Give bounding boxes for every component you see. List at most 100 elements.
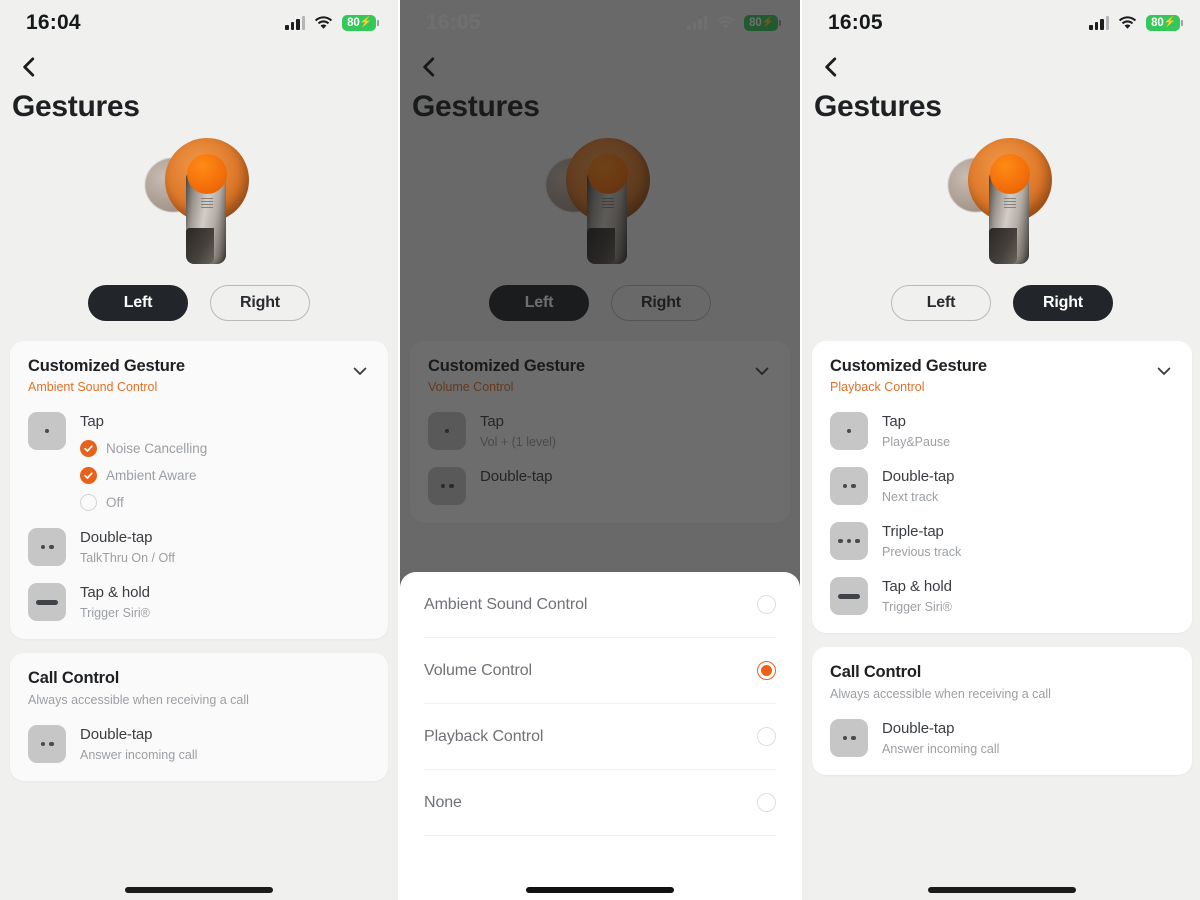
earbud-side-toggle: Left Right [400, 279, 800, 321]
earbud-dome [990, 154, 1030, 194]
wifi-icon [314, 16, 333, 30]
status-bar: 16:05 80 ⚡ [802, 0, 1200, 46]
gesture-card-title: Call Control [830, 663, 922, 681]
gesture-row-subtitle: Trigger Siri® [80, 606, 150, 620]
tap-hold-icon [830, 577, 868, 615]
chevron-down-icon[interactable] [752, 361, 772, 381]
double-tap-icon [830, 719, 868, 757]
toggle-right-button[interactable]: Right [1013, 285, 1113, 321]
toggle-left-button[interactable]: Left [88, 285, 188, 321]
home-indicator [928, 887, 1076, 893]
gesture-row-subtitle: Answer incoming call [882, 742, 1000, 756]
settings-scroll-area[interactable]: Customized Gesture Ambient Sound Control… [0, 321, 398, 781]
option-checked-icon[interactable] [80, 440, 97, 457]
earbud-hero [0, 124, 398, 279]
gesture-card-title: Customized Gesture [830, 357, 987, 375]
radio-unselected-icon[interactable] [757, 727, 776, 746]
battery-level-text: 80 [749, 17, 762, 29]
gesture-card-titles: Customized Gesture Ambient Sound Control [28, 357, 185, 394]
gesture-row[interactable]: Tap Vol + (1 level) [428, 412, 772, 450]
chevron-down-icon[interactable] [1154, 361, 1174, 381]
radio-unselected-icon[interactable] [757, 793, 776, 812]
gesture-row-name: Double-tap [882, 468, 955, 485]
settings-scroll-area[interactable]: Customized Gesture Playback Control Tap … [802, 321, 1200, 775]
gesture-option[interactable]: Off [80, 494, 207, 511]
sheet-option-1[interactable]: Volume Control [424, 638, 776, 704]
earbud-grill [201, 198, 213, 208]
status-clock: 16:04 [26, 11, 81, 34]
single-tap-icon [428, 412, 466, 450]
back-row [400, 46, 800, 80]
back-chevron-icon[interactable] [416, 54, 442, 80]
earbud-tip [989, 228, 1017, 264]
single-tap-icon [28, 412, 66, 450]
three-panel-screenshot-strip: 16:04 80 ⚡ Gestures Left Right Customize… [0, 0, 1200, 900]
gesture-row[interactable]: Triple-tap Previous track [830, 522, 1174, 560]
toggle-left-button[interactable]: Left [891, 285, 991, 321]
sheet-option-label: Volume Control [424, 661, 532, 679]
radio-selected-icon[interactable] [757, 661, 776, 680]
earbud-product-image [139, 132, 259, 272]
gesture-card-title: Call Control [28, 669, 120, 687]
sheet-option-label: Ambient Sound Control [424, 595, 588, 613]
gesture-row-name: Double-tap [480, 468, 553, 485]
panel-right-earbud: 16:05 80 ⚡ Gestures Left Right Customize… [802, 0, 1200, 900]
back-row [0, 46, 398, 80]
gesture-row-subtitle: Next track [882, 490, 939, 504]
charging-bolt-icon: ⚡ [761, 17, 774, 28]
settings-scroll-area[interactable]: Customized Gesture Volume Control Tap Vo… [400, 321, 800, 523]
earbud-tip [186, 228, 214, 264]
gesture-option-label: Ambient Aware [106, 468, 197, 483]
gesture-card-header[interactable]: Customized Gesture Volume Control [428, 357, 772, 394]
wifi-icon [716, 16, 735, 30]
gesture-row[interactable]: Tap Play&Pause [830, 412, 1174, 450]
sheet-option-2[interactable]: Playback Control [424, 704, 776, 770]
gesture-option-label: Off [106, 495, 124, 510]
chevron-down-icon[interactable] [350, 361, 370, 381]
toggle-right-button[interactable]: Right [210, 285, 310, 321]
gesture-card-titles: Customized Gesture Playback Control [830, 357, 987, 394]
toggle-right-button[interactable]: Right [611, 285, 711, 321]
gesture-row[interactable]: Tap Noise Cancelling Ambient Aware Off [28, 412, 370, 511]
gesture-row[interactable]: Double-tap TalkThru On / Off [28, 528, 370, 566]
option-checked-icon[interactable] [80, 467, 97, 484]
back-chevron-icon[interactable] [818, 54, 844, 80]
gesture-row-name: Double-tap [80, 726, 153, 743]
gesture-row-name: Tap & hold [80, 584, 150, 601]
gesture-card-title: Customized Gesture [428, 357, 585, 375]
gesture-row[interactable]: Double-tap [428, 467, 772, 505]
battery-level-text: 80 [347, 17, 360, 29]
back-chevron-icon[interactable] [16, 54, 42, 80]
gesture-card-header[interactable]: Call Control Always accessible when rece… [830, 663, 1174, 701]
gesture-card-header[interactable]: Customized Gesture Playback Control [830, 357, 1174, 394]
gesture-row-text: Double-tap Answer incoming call [882, 719, 999, 756]
earbud-tip [587, 228, 615, 264]
gesture-row-text: Tap Vol + (1 level) [480, 412, 556, 449]
radio-unselected-icon[interactable] [757, 595, 776, 614]
gesture-row[interactable]: Tap & hold Trigger Siri® [28, 583, 370, 621]
gesture-row-text: Tap & hold Trigger Siri® [80, 583, 150, 620]
battery-charging-icon: 80 ⚡ [1146, 15, 1183, 31]
gesture-row[interactable]: Tap & hold Trigger Siri® [830, 577, 1174, 615]
gesture-row[interactable]: Double-tap Answer incoming call [28, 725, 370, 763]
earbud-dome [588, 154, 628, 194]
gesture-option[interactable]: Ambient Aware [80, 467, 207, 484]
gesture-card-header[interactable]: Call Control Always accessible when rece… [28, 669, 370, 707]
battery-charging-icon: 80 ⚡ [744, 15, 781, 31]
gesture-row-list: Tap Play&Pause Double-tap Next track Tri… [830, 412, 1174, 615]
gesture-card-subtitle: Playback Control [830, 380, 925, 394]
sheet-option-3[interactable]: None [424, 770, 776, 836]
option-unchecked-icon[interactable] [80, 494, 97, 511]
gesture-row-text: Double-tap Next track [882, 467, 954, 504]
status-indicators: 80 ⚡ [285, 15, 379, 31]
earbud-product-image [942, 132, 1062, 272]
gesture-row[interactable]: Double-tap Answer incoming call [830, 719, 1174, 757]
sheet-option-0[interactable]: Ambient Sound Control [424, 572, 776, 638]
earbud-dome [187, 154, 227, 194]
gesture-option[interactable]: Noise Cancelling [80, 440, 207, 457]
gesture-row[interactable]: Double-tap Next track [830, 467, 1174, 505]
toggle-left-button[interactable]: Left [489, 285, 589, 321]
gesture-option-label: Noise Cancelling [106, 441, 208, 456]
gesture-row-name: Double-tap [80, 529, 153, 546]
gesture-card-header[interactable]: Customized Gesture Ambient Sound Control [28, 357, 370, 394]
